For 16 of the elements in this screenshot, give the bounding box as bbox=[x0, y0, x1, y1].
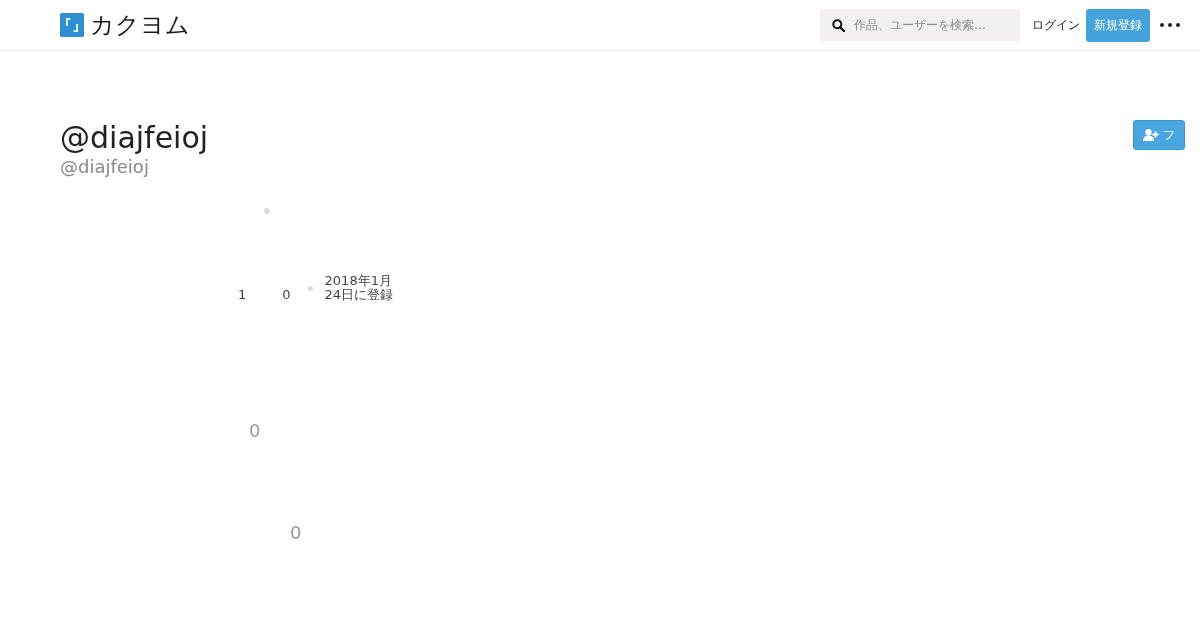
logo-link[interactable]: カクヨム bbox=[60, 13, 190, 37]
profile-name: @diajfeioj bbox=[60, 120, 209, 156]
profile-handle: @diajfeioj bbox=[60, 156, 150, 178]
logo-icon bbox=[60, 13, 84, 37]
separator-dot-icon bbox=[307, 285, 313, 291]
separator-dot-icon bbox=[264, 208, 270, 214]
join-date: 2018年1月24日に登録 bbox=[324, 274, 395, 302]
login-link[interactable]: ログイン bbox=[1032, 16, 1080, 34]
counter-value: 0 bbox=[249, 420, 261, 441]
stat-value: 1 bbox=[238, 288, 247, 302]
more-icon[interactable] bbox=[1160, 23, 1180, 27]
search-field[interactable]: 作品、ユーザーを検索… bbox=[820, 9, 1020, 41]
counter-value: 0 bbox=[290, 522, 302, 543]
stat-value: 0 bbox=[282, 288, 291, 302]
search-icon bbox=[832, 19, 845, 32]
user-plus-icon bbox=[1143, 129, 1159, 141]
